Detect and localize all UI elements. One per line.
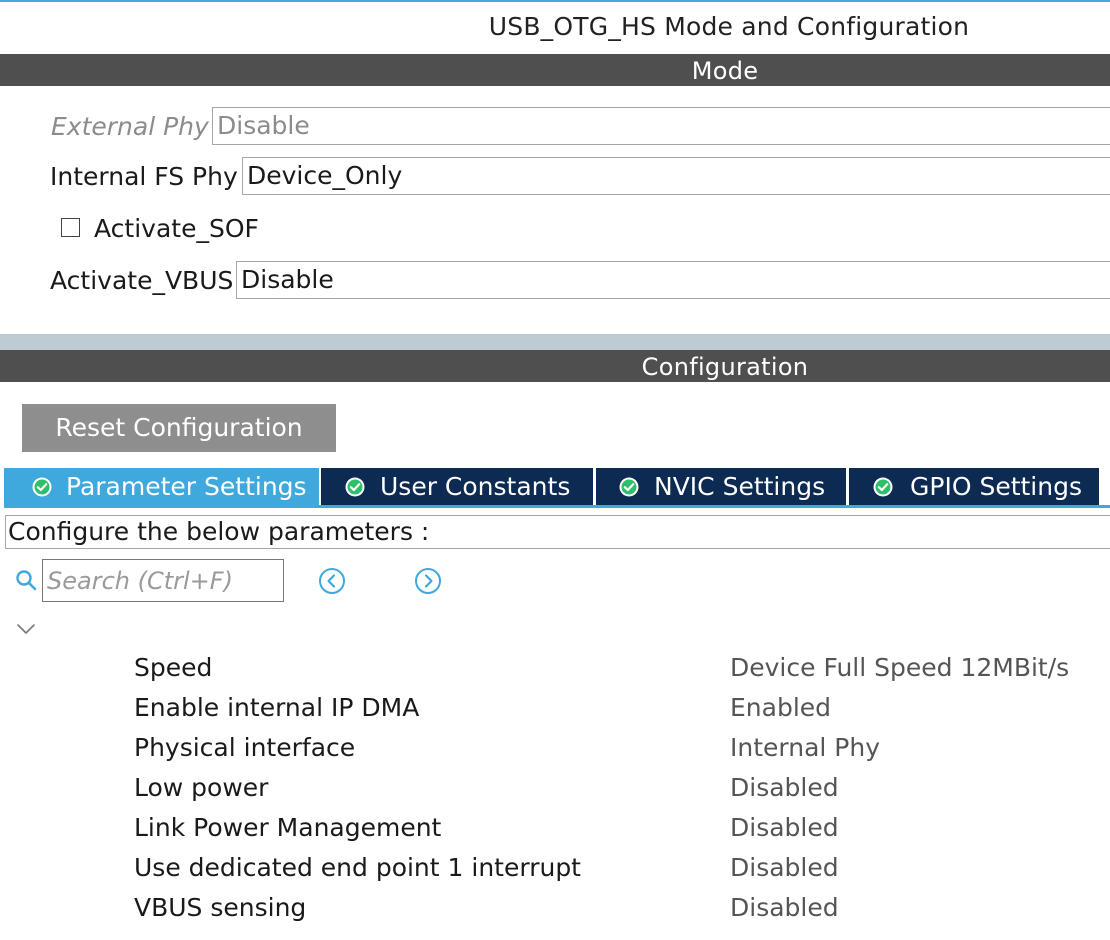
mode-header-label: Mode <box>691 57 759 85</box>
usb-otg-hs-config-panel: USB_OTG_HS Mode and Configuration Mode E… <box>0 0 1110 940</box>
tab-label: Parameter Settings <box>66 472 307 501</box>
check-circle-icon <box>32 477 52 497</box>
parameter-row-dedicated-ep1-interrupt[interactable]: Use dedicated end point 1 interrupt Disa… <box>0 849 1110 889</box>
external-phy-label: External Phy <box>51 112 209 141</box>
check-circle-icon <box>873 477 893 497</box>
check-circle-icon <box>619 477 639 497</box>
parameter-name: Low power <box>134 773 269 802</box>
parameter-row-speed[interactable]: Speed Device Full Speed 12MBit/s <box>0 649 1110 689</box>
parameter-value: Enabled <box>730 693 832 722</box>
parameter-value: Internal Phy <box>730 733 881 762</box>
mode-section-header: Mode <box>0 54 1110 86</box>
parameter-row-enable-internal-ip-dma[interactable]: Enable internal IP DMA Enabled <box>0 689 1110 729</box>
configuration-header-label: Configuration <box>641 353 809 381</box>
external-phy-select[interactable]: Disable <box>212 107 1110 145</box>
activate-sof-label: Activate_SOF <box>94 214 259 243</box>
check-circle-icon <box>345 477 365 497</box>
activate-vbus-label: Activate_VBUS <box>50 266 234 295</box>
tab-gpio-settings[interactable]: GPIO Settings <box>849 468 1099 506</box>
tab-label: GPIO Settings <box>910 472 1082 501</box>
parameter-name: Link Power Management <box>134 813 442 842</box>
tab-nvic-settings[interactable]: NVIC Settings <box>596 468 846 506</box>
activate-vbus-select[interactable]: Disable <box>236 261 1110 299</box>
internal-fs-phy-select[interactable]: Device_Only <box>242 157 1110 195</box>
parameter-name: Enable internal IP DMA <box>134 693 420 722</box>
configuration-section-header: Configuration <box>0 350 1110 382</box>
parameter-value: Disabled <box>730 893 839 922</box>
parameter-name: Use dedicated end point 1 interrupt <box>134 853 581 882</box>
activate-sof-checkbox[interactable] <box>61 218 80 237</box>
next-match-icon[interactable] <box>414 567 442 595</box>
search-input[interactable] <box>42 559 284 602</box>
parameter-row-physical-interface[interactable]: Physical interface Internal Phy <box>0 729 1110 769</box>
parameter-row-vbus-sensing[interactable]: VBUS sensing Disabled <box>0 889 1110 929</box>
parameter-value: Disabled <box>730 853 839 882</box>
parameter-row-link-power-management[interactable]: Link Power Management Disabled <box>0 809 1110 849</box>
reset-configuration-button[interactable]: Reset Configuration <box>22 404 336 452</box>
parameter-name: Physical interface <box>134 733 356 762</box>
section-splitter[interactable] <box>0 334 1110 350</box>
parameter-name: VBUS sensing <box>134 893 307 922</box>
tab-underline <box>4 505 1110 508</box>
tab-user-constants[interactable]: User Constants <box>321 468 593 506</box>
parameter-value: Disabled <box>730 773 839 802</box>
parameter-value: Device Full Speed 12MBit/s <box>730 653 1070 682</box>
configure-instructions: Configure the below parameters : <box>5 515 1110 549</box>
tab-label: User Constants <box>380 472 571 501</box>
parameter-name: Speed <box>134 653 213 682</box>
previous-match-icon[interactable] <box>318 567 346 595</box>
parameter-value: Disabled <box>730 813 839 842</box>
top-border <box>0 0 1110 2</box>
panel-title: USB_OTG_HS Mode and Configuration <box>488 12 970 41</box>
config-tabbar: Parameter Settings User Constants NVIC S… <box>4 468 1110 506</box>
chevron-down-icon[interactable] <box>16 622 36 636</box>
internal-fs-phy-label: Internal FS Phy <box>50 162 238 191</box>
parameter-row-low-power[interactable]: Low power Disabled <box>0 769 1110 809</box>
tab-label: NVIC Settings <box>654 472 826 501</box>
search-icon <box>16 570 37 591</box>
tab-parameter-settings[interactable]: Parameter Settings <box>4 468 319 506</box>
